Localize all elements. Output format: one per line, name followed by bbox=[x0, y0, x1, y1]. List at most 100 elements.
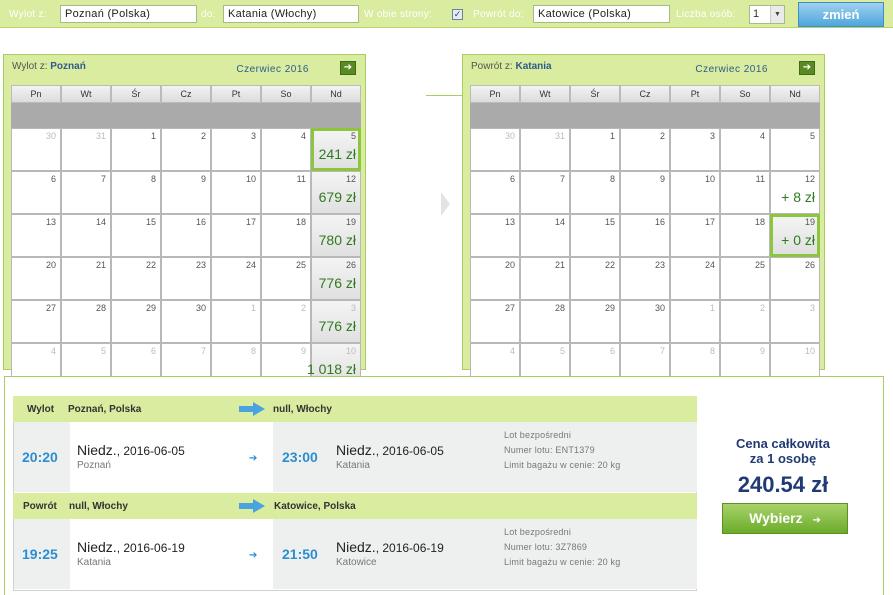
return-day-cell: 28 bbox=[520, 300, 570, 343]
return-day-cell: 26 bbox=[770, 257, 820, 300]
day-number: 17 bbox=[245, 217, 256, 227]
outbound-segment-header: Wylot Poznań, Polska null, Włochy bbox=[13, 396, 697, 422]
return-title-label: Powrót z: bbox=[471, 61, 513, 72]
day-number: 16 bbox=[195, 217, 206, 227]
arrow-right-icon bbox=[239, 499, 265, 513]
day-number: 1 bbox=[250, 303, 256, 313]
return-day-cell: 18 bbox=[720, 214, 770, 257]
day-number: 9 bbox=[659, 174, 665, 184]
day-number: 31 bbox=[554, 131, 565, 141]
day-number: 5 bbox=[809, 131, 815, 141]
outbound-day-cell: 1 bbox=[211, 300, 261, 343]
outbound-day-cell: 23 bbox=[161, 257, 211, 300]
return-day-header: Cz bbox=[620, 85, 670, 103]
day-number: 10 bbox=[245, 174, 256, 184]
round-trip-checkbox[interactable]: ✓ bbox=[452, 9, 463, 20]
outbound-day-cell: 2 bbox=[261, 300, 311, 343]
from-input[interactable]: Poznań (Polska) bbox=[60, 5, 197, 23]
return-day-cell: 3 bbox=[770, 300, 820, 343]
change-search-button[interactable]: zmień bbox=[798, 2, 884, 27]
return-day-cell[interactable]: 12 + 8 zł bbox=[770, 171, 820, 214]
day-price: + 8 zł bbox=[781, 189, 815, 205]
outbound-day-cell: 16 bbox=[161, 214, 211, 257]
outbound-day-cell: 4 bbox=[261, 128, 311, 171]
day-number: 9 bbox=[759, 346, 765, 356]
day-number: 12 bbox=[804, 174, 815, 184]
day-number: 14 bbox=[95, 217, 106, 227]
arrow-right-icon: ➔ bbox=[812, 515, 821, 526]
chevron-down-icon: ▼ bbox=[770, 6, 784, 23]
outbound-calendar: Wylot z: Poznań Czerwiec 2016 ➔ Pn Wt Śr Cz… bbox=[3, 54, 366, 386]
return-day-header: Pn bbox=[470, 85, 520, 103]
outbound-day-cell: 22 bbox=[111, 257, 161, 300]
outbound-day-cell: 2 bbox=[161, 128, 211, 171]
flight-search-app: Wylot z: Poznań (Polska) do: Katania (Wł… bbox=[0, 0, 893, 595]
outbound-day-cell: 31 bbox=[61, 128, 111, 171]
to-input[interactable]: Katania (Włochy) bbox=[223, 5, 359, 23]
day-number: 7 bbox=[100, 174, 106, 184]
day-number: 9 bbox=[200, 174, 206, 184]
day-number: 31 bbox=[95, 131, 106, 141]
day-price: + 0 zł bbox=[781, 232, 815, 248]
next-month-arrow-icon[interactable]: ➔ bbox=[799, 61, 815, 75]
return-from: null, Włochy bbox=[69, 501, 128, 512]
return-title-city: Katania bbox=[515, 61, 552, 72]
day-number: 3 bbox=[250, 131, 256, 141]
day-number: 4 bbox=[759, 131, 765, 141]
return-arrival-time: 21:50 bbox=[282, 546, 318, 562]
outbound-day-cell: 28 bbox=[61, 300, 111, 343]
day-number: 8 bbox=[709, 346, 715, 356]
return-day-header: So bbox=[720, 85, 770, 103]
return-day-cell: 25 bbox=[720, 257, 770, 300]
passengers-select[interactable]: 1 ▼ bbox=[749, 5, 785, 24]
return-label: Powrót do: bbox=[473, 9, 524, 20]
day-number: 30 bbox=[195, 303, 206, 313]
day-number: 28 bbox=[554, 303, 565, 313]
select-flight-button[interactable]: Wybierz ➔ bbox=[722, 503, 848, 534]
return-calendar-header: Powrót z: Katania Czerwiec 2016 ➔ bbox=[463, 55, 824, 84]
outbound-day-cell: 25 bbox=[261, 257, 311, 300]
day-number: 26 bbox=[804, 260, 815, 270]
outbound-day-cell: 8 bbox=[111, 171, 161, 214]
return-day-cell[interactable]: 19 + 0 zł bbox=[770, 214, 820, 257]
day-number: 4 bbox=[509, 346, 515, 356]
day-price: 679 zł bbox=[318, 189, 356, 205]
next-month-arrow-icon[interactable]: ➔ bbox=[340, 61, 356, 75]
return-day-cell: 1 bbox=[570, 128, 620, 171]
calendar-arrow-icon bbox=[441, 192, 450, 216]
day-number: 19 bbox=[804, 217, 815, 227]
day-number: 3 bbox=[709, 131, 715, 141]
return-day-cell: 6 bbox=[470, 171, 520, 214]
outbound-day-header: Cz bbox=[161, 85, 211, 103]
day-number: 24 bbox=[704, 260, 715, 270]
day-number: 20 bbox=[504, 260, 515, 270]
return-arrival-date: Niedz., 2016-06-19 bbox=[336, 539, 444, 555]
return-input[interactable]: Katowice (Polska) bbox=[533, 5, 670, 23]
return-segment-body: 19:25 Niedz., 2016-06-19 Katania ➔ 21:50… bbox=[13, 519, 697, 591]
day-number: 30 bbox=[45, 131, 56, 141]
outbound-day-cell[interactable]: 5 241 zł bbox=[311, 128, 361, 171]
outbound-day-grid: Pn Wt Śr Cz Pt So Nd 30 31 1 2 3 4 5 241 zł 6 7 8 9 10 11 12 6… bbox=[11, 85, 361, 386]
outbound-day-header: Pn bbox=[11, 85, 61, 103]
select-button-label: Wybierz bbox=[749, 510, 803, 526]
day-number: 8 bbox=[150, 174, 156, 184]
day-number: 7 bbox=[559, 174, 565, 184]
day-number: 20 bbox=[45, 260, 56, 270]
day-number: 11 bbox=[296, 174, 306, 184]
return-month: Czerwiec 2016 bbox=[695, 64, 768, 75]
to-label: do: bbox=[201, 9, 216, 20]
outbound-day-cell: 17 bbox=[211, 214, 261, 257]
outbound-day-cell[interactable]: 26 776 zł bbox=[311, 257, 361, 300]
return-day-cell: 30 bbox=[470, 128, 520, 171]
outbound-day-cell[interactable]: 12 679 zł bbox=[311, 171, 361, 214]
outbound-departure-time: 20:20 bbox=[22, 449, 58, 465]
outbound-day-cell[interactable]: 19 780 zł bbox=[311, 214, 361, 257]
return-day-cell: 29 bbox=[570, 300, 620, 343]
return-calendar-title: Powrót z: Katania bbox=[471, 61, 552, 72]
return-arrival-city: Katowice bbox=[336, 557, 377, 568]
day-number: 29 bbox=[604, 303, 615, 313]
return-day-cell: 30 bbox=[620, 300, 670, 343]
day-number: 10 bbox=[345, 346, 356, 356]
outbound-day-cell: 21 bbox=[61, 257, 111, 300]
outbound-day-cell[interactable]: 3 776 zł bbox=[311, 300, 361, 343]
